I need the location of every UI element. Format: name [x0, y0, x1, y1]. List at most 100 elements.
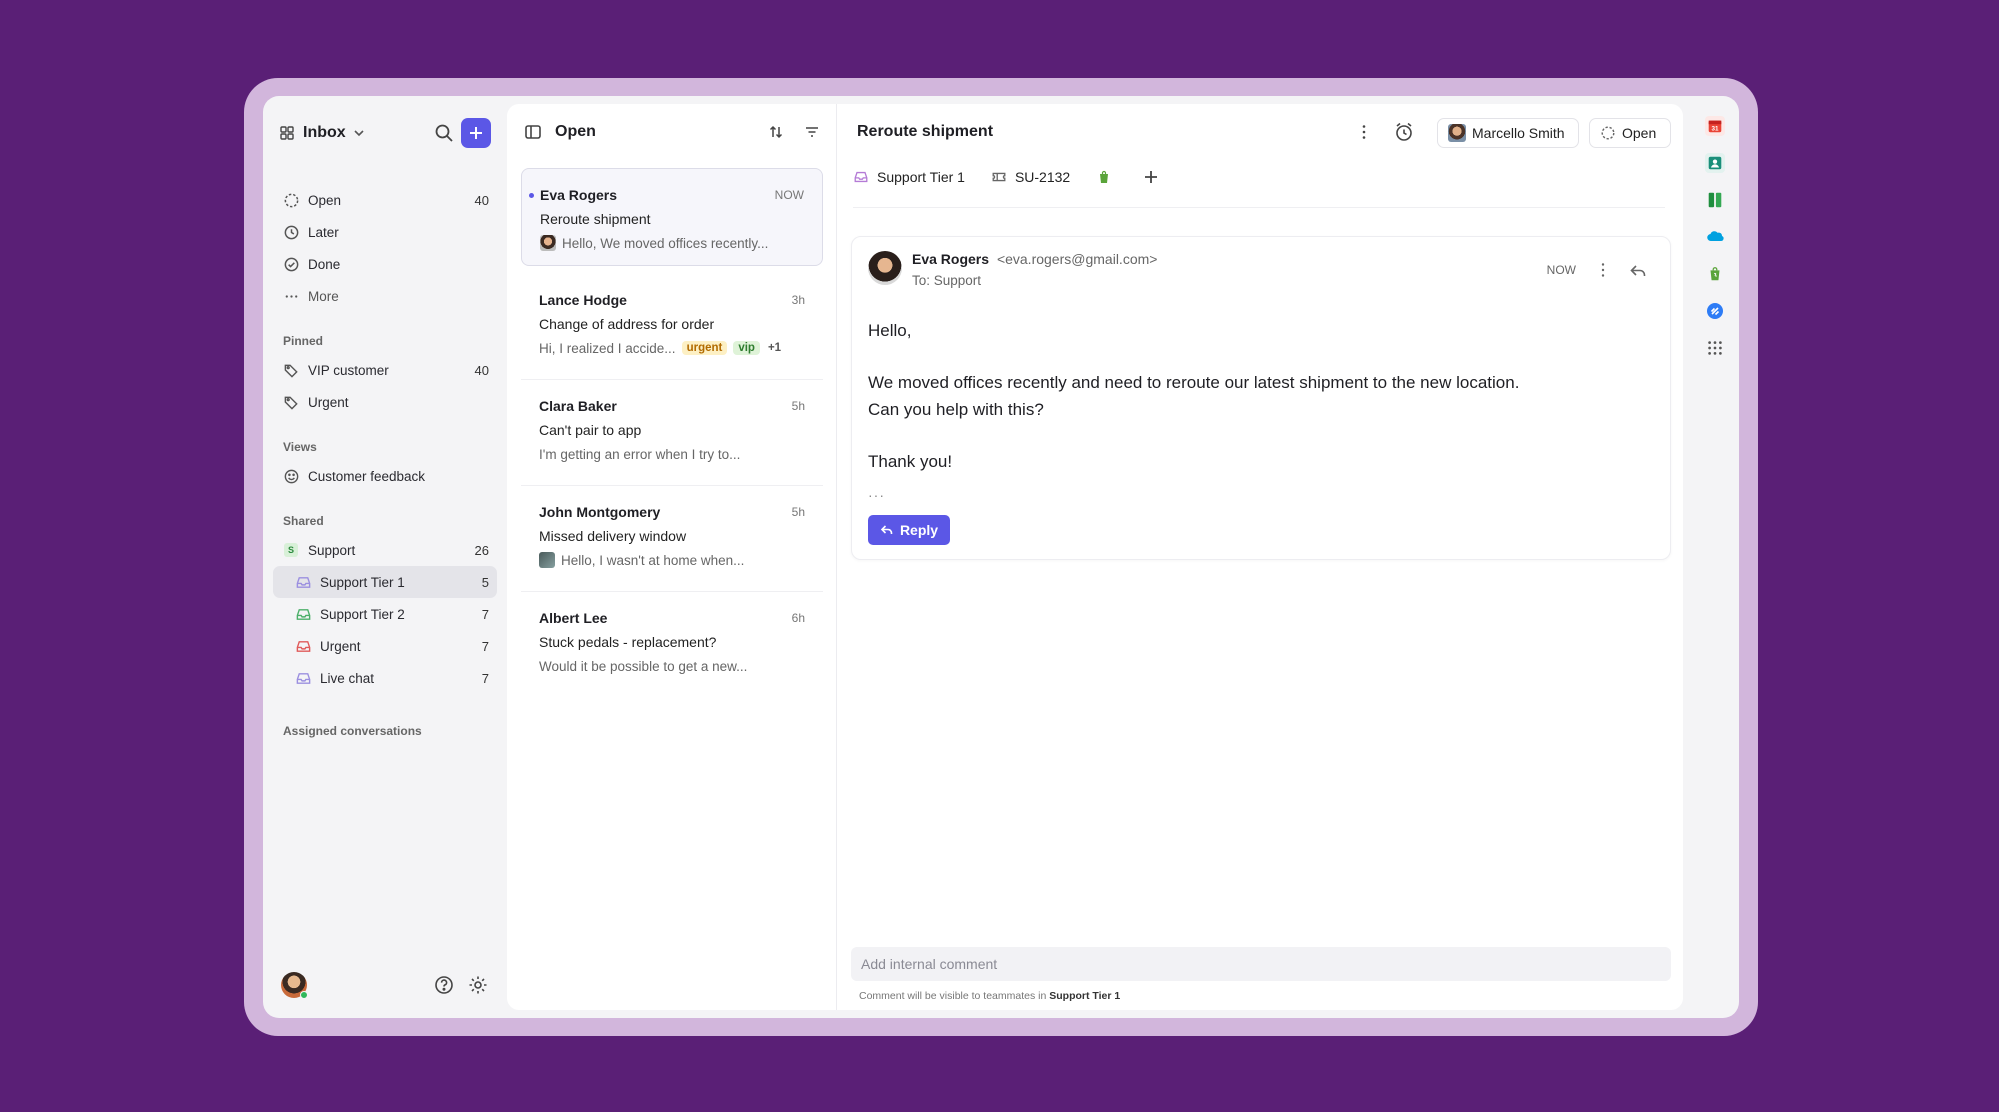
sender-avatar	[868, 251, 902, 285]
reply-button[interactable]: Reply	[868, 515, 950, 545]
sidebar-item-support[interactable]: S Support 26	[273, 534, 497, 566]
more-vertical-icon[interactable]	[1594, 261, 1612, 279]
inbox-name: Support Tier 1	[877, 169, 965, 185]
salesforce-icon[interactable]	[1705, 227, 1725, 247]
tag-icon	[283, 362, 300, 379]
app-window: Inbox Open 40 Later Done More Pinned VIP…	[263, 96, 1739, 1018]
message-from: Eva Rogers <eva.rogers@gmail.com>	[912, 251, 1157, 267]
conversation-item[interactable]: Albert Lee 6h Stuck pedals - replacement?…	[521, 592, 823, 698]
status-label: Open	[1622, 125, 1657, 141]
sidebar-item-done[interactable]: Done	[273, 248, 497, 280]
sidebar-item-urgent-pinned[interactable]: Urgent	[273, 386, 497, 418]
conversation-subject: Stuck pedals - replacement?	[539, 634, 717, 650]
conversation-item[interactable]: Eva Rogers NOW Reroute shipment Hello, We…	[521, 168, 823, 266]
section-shared: Shared	[283, 514, 324, 528]
sheets-app-icon[interactable]	[1705, 190, 1725, 210]
sidebar-item-label: More	[308, 288, 339, 304]
inbox-tray-icon	[295, 670, 312, 687]
list-header: Open	[523, 118, 823, 146]
filter-icon[interactable]	[803, 123, 821, 141]
sidebar-item-open[interactable]: Open 40	[273, 184, 497, 216]
sidebar-item-support-tier-1[interactable]: Support Tier 1 5	[273, 566, 497, 598]
linked-app-icon[interactable]	[1705, 301, 1725, 321]
grid-icon[interactable]	[279, 125, 295, 141]
sidebar-item-label: Live chat	[320, 670, 375, 686]
online-status-dot	[300, 991, 308, 999]
section-assigned-conversations[interactable]: Assigned conversations	[273, 714, 497, 744]
list-title: Open	[555, 123, 596, 140]
sidebar-item-vip-customer[interactable]: VIP customer 40	[273, 354, 497, 386]
internal-comment-input[interactable]	[851, 947, 1671, 981]
message-line: We moved offices recently and need to re…	[868, 373, 1520, 392]
smile-icon	[283, 468, 300, 485]
gear-icon[interactable]	[467, 974, 489, 996]
sidebar-item-urgent-shared[interactable]: Urgent 7	[273, 630, 497, 662]
sidebar-item-support-tier-2[interactable]: Support Tier 2 7	[273, 598, 497, 630]
more-vertical-icon[interactable]	[1355, 123, 1373, 141]
conversation-subject: Can't pair to app	[539, 422, 642, 438]
conversation-item[interactable]: John Montgomery 5h Missed delivery window…	[521, 486, 823, 592]
conversation-time: 6h	[791, 611, 805, 625]
tag-urgent[interactable]: urgent	[681, 341, 728, 355]
tag-icon	[283, 394, 300, 411]
calendar-app-icon[interactable]: 31	[1705, 116, 1725, 136]
sidebar-item-label: Done	[308, 256, 341, 272]
conversation-item[interactable]: Clara Baker 5h Can't pair to app I'm gett…	[521, 380, 823, 486]
ticket-chip[interactable]: SU-2132	[991, 169, 1070, 185]
sender-avatar	[540, 235, 556, 251]
message-time: NOW	[1546, 263, 1576, 277]
sort-icon[interactable]	[767, 123, 785, 141]
chevron-down-icon[interactable]	[352, 126, 366, 140]
section-pinned: Pinned	[283, 334, 324, 348]
comment-note-text: Comment will be visible to teammates in	[859, 990, 1047, 1002]
search-icon[interactable]	[433, 122, 455, 144]
ellipsis-icon	[283, 288, 300, 305]
avatar[interactable]	[281, 972, 308, 999]
quoted-text-toggle[interactable]: ···	[868, 487, 885, 503]
sender-email: <eva.rogers@gmail.com>	[996, 251, 1158, 267]
message-recipient: To: Support	[912, 273, 982, 288]
apps-grid-icon[interactable]	[1705, 338, 1725, 358]
ticket-id: SU-2132	[1014, 169, 1071, 185]
snooze-alarm-icon[interactable]	[1393, 121, 1415, 143]
reply-label: Reply	[899, 522, 939, 538]
sidebar-item-later[interactable]: Later	[273, 216, 497, 248]
tag-vip[interactable]: vip	[733, 341, 760, 355]
conversation-sender: Albert Lee	[539, 610, 608, 626]
sidebar: Inbox Open 40 Later Done More Pinned VIP…	[263, 96, 507, 1018]
sidebar-item-count: 26	[474, 542, 489, 558]
shopify-icon[interactable]	[1096, 169, 1112, 185]
inbox-chip[interactable]: Support Tier 1	[853, 169, 965, 185]
conversation-item[interactable]: Lance Hodge 3h Change of address for orde…	[521, 274, 823, 380]
add-icon[interactable]	[1142, 168, 1160, 186]
sidebar-item-live-chat[interactable]: Live chat 7	[273, 662, 497, 694]
contacts-app-icon[interactable]	[1705, 153, 1725, 173]
sidebar-item-label: Support Tier 2	[320, 606, 405, 622]
conversation-list-panel: Open Eva Rogers NOW Reroute shipment Hell…	[507, 104, 837, 1010]
comment-visibility-note: Comment will be visible to teammates in …	[859, 990, 1120, 1002]
sidebar-item-customer-feedback[interactable]: Customer feedback	[273, 460, 497, 492]
unread-dot	[529, 193, 534, 198]
conversation-sender: John Montgomery	[539, 504, 661, 520]
reply-arrow-icon[interactable]	[1628, 261, 1648, 281]
team-badge: S	[284, 543, 298, 557]
sidebar-item-label: Support	[308, 542, 356, 558]
assignee-selector[interactable]: Marcello Smith	[1437, 118, 1579, 148]
status-selector[interactable]: Open	[1589, 118, 1671, 148]
inbox-title[interactable]: Inbox	[303, 124, 346, 142]
inbox-tray-icon	[295, 574, 312, 591]
conversation-meta: Support Tier 1 SU-2132	[853, 164, 1665, 190]
shopify-icon[interactable]	[1705, 264, 1725, 284]
sidebar-toggle-icon[interactable]	[523, 122, 543, 142]
sidebar-item-more[interactable]: More	[273, 280, 497, 312]
conversation-sender: Eva Rogers	[540, 187, 618, 203]
conversation-title: Reroute shipment	[857, 123, 994, 140]
tag-overflow[interactable]: +1	[766, 341, 783, 355]
compose-button[interactable]	[461, 118, 491, 148]
comment-note-target: Support Tier 1	[1049, 990, 1121, 1002]
conversation-subject: Reroute shipment	[540, 211, 651, 227]
inbox-tray-icon	[295, 638, 312, 655]
message-header: Eva Rogers <eva.rogers@gmail.com> To: Su…	[868, 251, 1656, 291]
help-icon[interactable]	[433, 974, 455, 996]
conversation-preview: Hello, We moved offices recently...	[562, 235, 769, 251]
